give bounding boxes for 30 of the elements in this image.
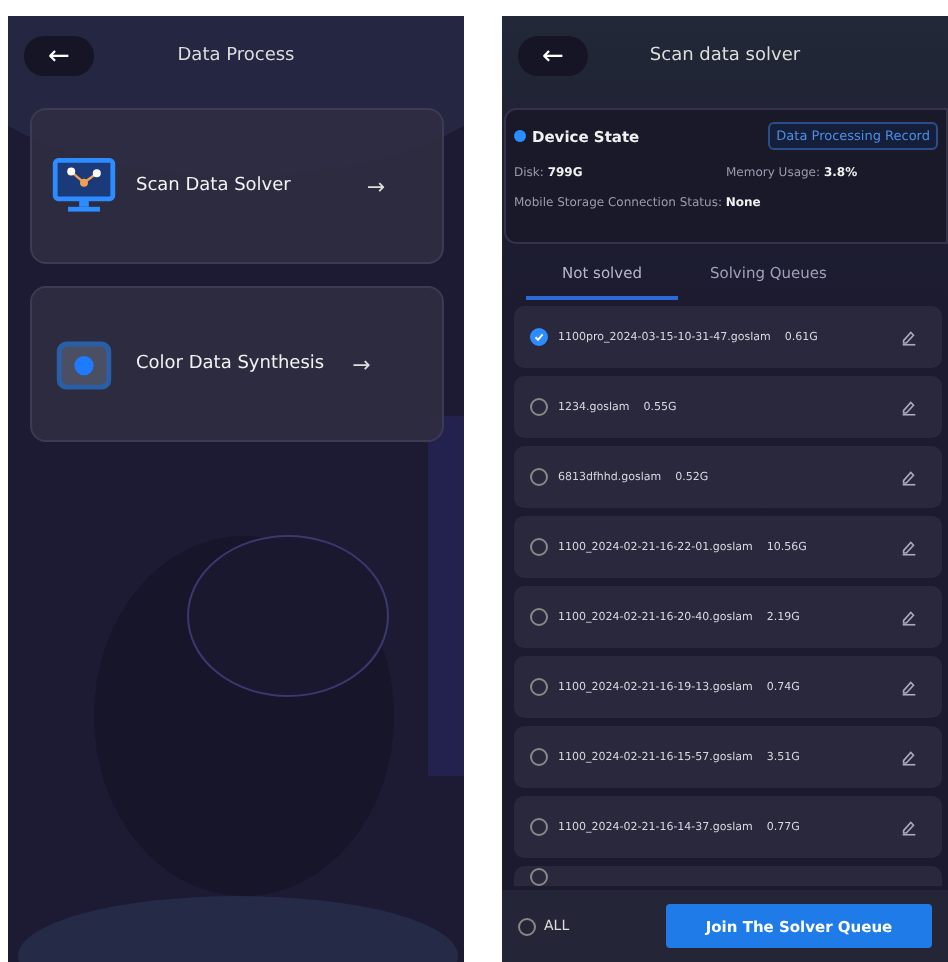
monitor-icon [52,156,116,216]
checkbox[interactable] [530,328,548,346]
edit-icon[interactable] [900,538,918,556]
back-button[interactable]: ← [518,36,588,76]
menu-card[interactable]: Scan Data Solver → [30,108,444,264]
screen-title: Data Process [175,46,297,66]
checkbox[interactable] [518,917,536,935]
edit-icon[interactable] [900,678,918,696]
arrow-icon: → [366,173,386,199]
edit-icon[interactable] [900,398,918,416]
checkbox[interactable] [530,538,548,556]
edit-icon[interactable] [900,468,918,486]
checkbox[interactable] [530,468,548,486]
edit-icon[interactable] [900,608,918,626]
back-button[interactable]: ← [24,36,94,76]
status-dot [514,130,526,142]
checkbox[interactable] [530,868,548,886]
edit-icon[interactable] [900,818,918,836]
checkbox[interactable] [530,748,548,766]
checkbox[interactable] [530,608,548,626]
arrow-icon: → [352,351,371,377]
screen-title: Scan data solver [647,46,803,66]
card-label: Color Data Synthesis [136,354,325,374]
edit-icon[interactable] [900,748,918,766]
menu-card[interactable]: Color Data Synthesis → [30,286,444,442]
checkbox[interactable] [530,398,548,416]
checkbox[interactable] [530,678,548,696]
checkbox[interactable] [530,818,548,836]
card-label: Scan Data Solver [136,176,291,196]
edit-icon[interactable] [900,328,918,346]
